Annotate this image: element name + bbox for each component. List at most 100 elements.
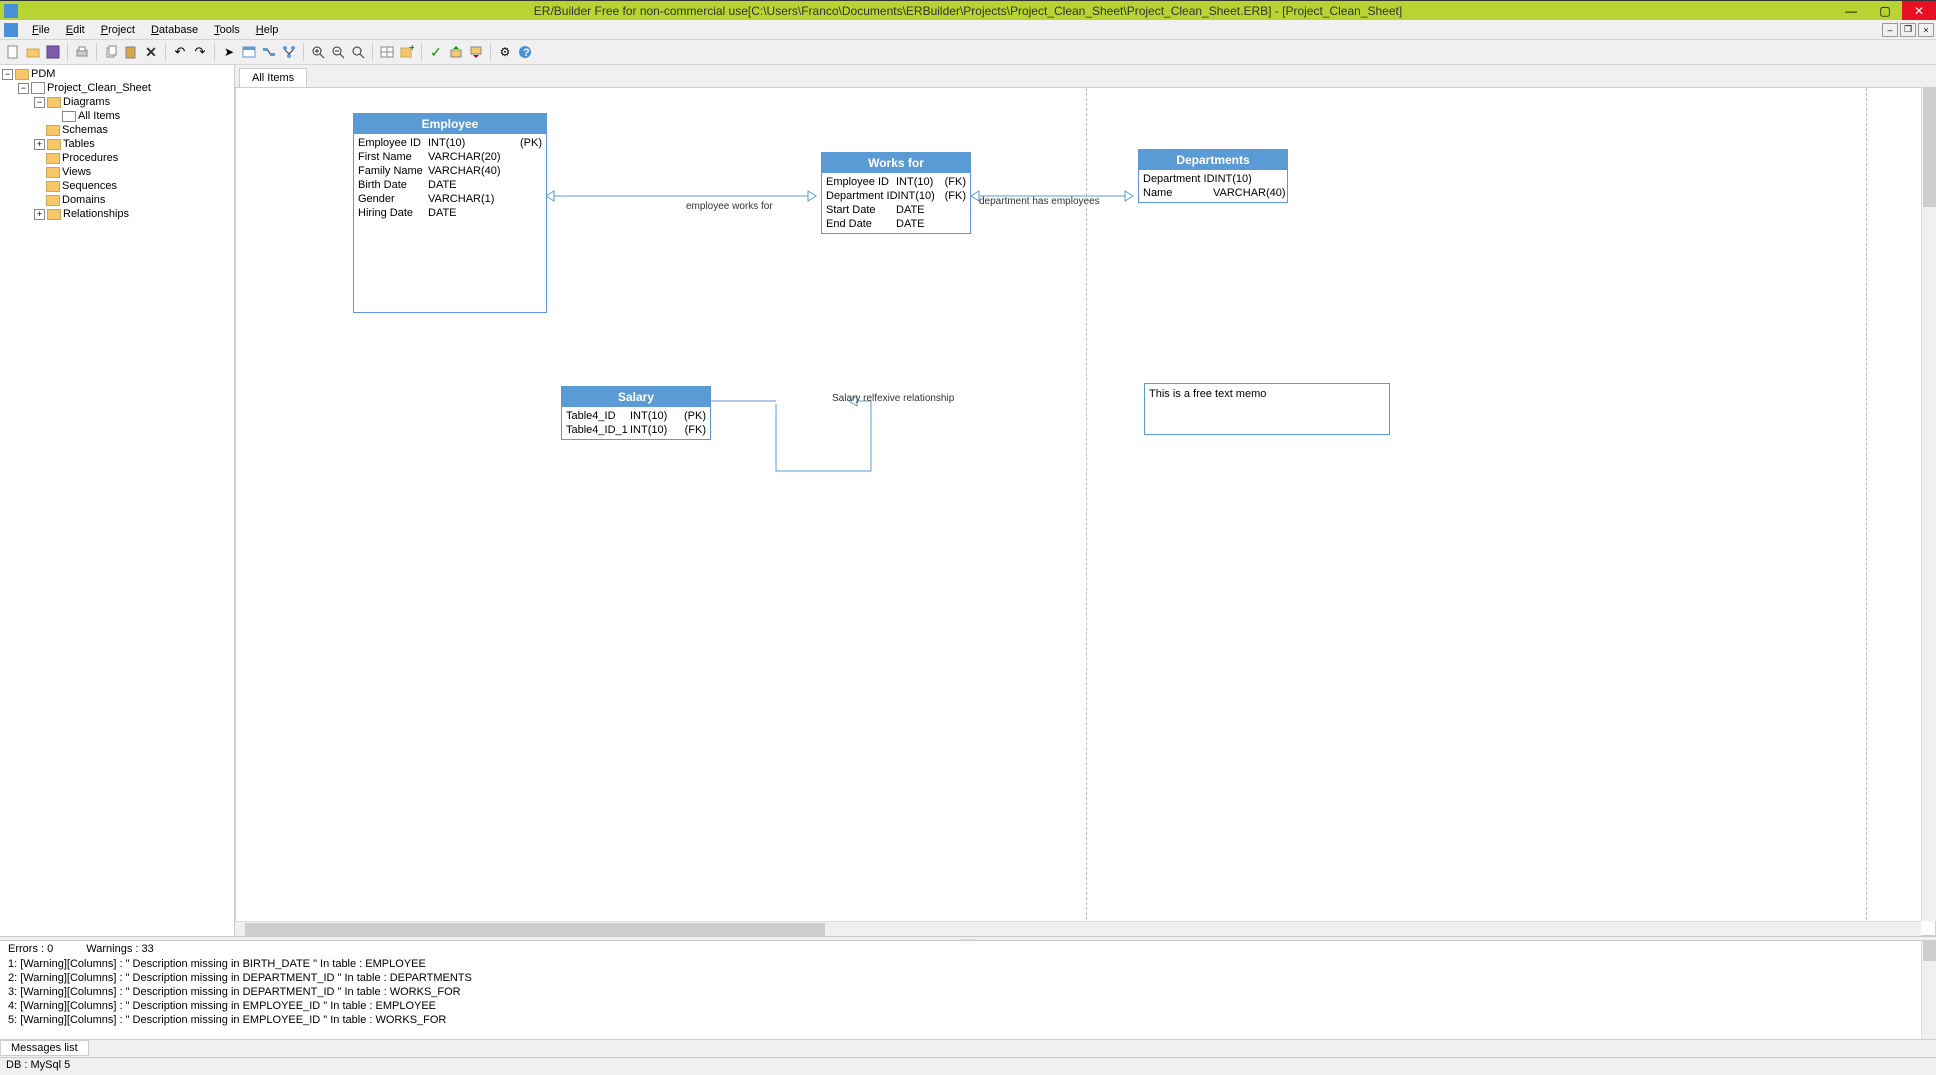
settings-icon[interactable]: ⚙: [496, 43, 514, 61]
tree-all-items[interactable]: All Items: [2, 109, 232, 123]
expand-icon[interactable]: +: [34, 139, 45, 150]
expand-icon[interactable]: +: [34, 209, 45, 220]
tree-root-label: PDM: [31, 68, 55, 80]
messages-panel[interactable]: Errors : 0 Warnings : 33 1: [Warning][Co…: [0, 941, 1936, 1039]
zoom-in-icon[interactable]: [309, 43, 327, 61]
inheritance-icon[interactable]: [280, 43, 298, 61]
mdi-close-button[interactable]: ×: [1918, 23, 1934, 37]
paste-icon[interactable]: [122, 43, 140, 61]
entity-worksfor-title: Works for: [822, 153, 970, 173]
entity-column-row: Department IDINT(10)(FK): [824, 189, 968, 203]
menu-bar: File Edit Project Database Tools Help – …: [0, 20, 1936, 40]
tree-tables-label: Tables: [63, 138, 95, 150]
relation-dept-has-label: department has employees: [979, 196, 1100, 207]
redo-icon[interactable]: ↷: [191, 43, 209, 61]
vertical-scrollbar[interactable]: [1921, 87, 1936, 921]
entity-salary-title: Salary: [562, 387, 710, 407]
entity-column-row: Department IDINT(10): [1141, 172, 1285, 186]
tree-procedures[interactable]: Procedures: [2, 151, 232, 165]
menu-edit[interactable]: Edit: [58, 22, 93, 38]
zoom-fit-icon[interactable]: [349, 43, 367, 61]
messages-tab-bar: Messages list: [0, 1039, 1936, 1057]
tree-domains-label: Domains: [62, 194, 105, 206]
app-icon: [4, 4, 18, 18]
copy-icon[interactable]: [102, 43, 120, 61]
guide-line: [1866, 88, 1867, 935]
tree-schemas[interactable]: Schemas: [2, 123, 232, 137]
maximize-button[interactable]: ▢: [1868, 1, 1902, 21]
tree-panel[interactable]: − PDM − Project_Clean_Sheet − Diagrams A…: [0, 65, 235, 936]
entity-employee[interactable]: Employee Employee IDINT(10)(PK)First Nam…: [353, 113, 547, 313]
messages-scrollbar[interactable]: [1921, 941, 1936, 1039]
pointer-icon[interactable]: ➤: [220, 43, 238, 61]
message-line[interactable]: 2: [Warning][Columns] : " Description mi…: [0, 971, 1936, 985]
memo-box[interactable]: This is a free text memo: [1144, 383, 1390, 435]
tree-domains[interactable]: Domains: [2, 193, 232, 207]
relation-icon[interactable]: [260, 43, 278, 61]
message-line[interactable]: 5: [Warning][Columns] : " Description mi…: [0, 1013, 1936, 1027]
model-icon: [31, 82, 45, 94]
horizontal-scrollbar-thumb[interactable]: [245, 923, 825, 936]
folder-icon: [47, 209, 61, 220]
new-icon[interactable]: [4, 43, 22, 61]
message-line[interactable]: 4: [Warning][Columns] : " Description mi…: [0, 999, 1936, 1013]
vertical-scrollbar-thumb[interactable]: [1923, 87, 1936, 207]
messages-tab[interactable]: Messages list: [0, 1040, 89, 1056]
tree-relationships[interactable]: + Relationships: [2, 207, 232, 221]
entity-worksfor[interactable]: Works for Employee IDINT(10)(FK)Departme…: [821, 152, 971, 234]
entity-departments[interactable]: Departments Department IDINT(10)NameVARC…: [1138, 149, 1288, 203]
tree-procedures-label: Procedures: [62, 152, 118, 164]
folder-icon: [15, 69, 29, 80]
errors-count: Errors : 0: [8, 943, 53, 955]
delete-icon[interactable]: ✕: [142, 43, 160, 61]
messages-scrollbar-thumb[interactable]: [1923, 941, 1936, 961]
tree-tables[interactable]: + Tables: [2, 137, 232, 151]
tree-sequences[interactable]: Sequences: [2, 179, 232, 193]
menu-file[interactable]: File: [24, 22, 58, 38]
tab-bar: All Items: [235, 65, 1936, 87]
title-bar: ER/Builder Free for non-commercial use[C…: [0, 0, 1936, 20]
entity-column-row: Birth DateDATE: [356, 178, 544, 192]
tree-project[interactable]: − Project_Clean_Sheet: [2, 81, 232, 95]
tree-root[interactable]: − PDM: [2, 67, 232, 81]
tab-all-items[interactable]: All Items: [239, 68, 307, 87]
tree-views[interactable]: Views: [2, 165, 232, 179]
horizontal-scrollbar[interactable]: [235, 921, 1921, 936]
menu-tools[interactable]: Tools: [206, 22, 248, 38]
folder-icon: [46, 125, 60, 136]
tree-views-label: Views: [62, 166, 91, 178]
close-button[interactable]: ✕: [1902, 1, 1936, 21]
entity-salary[interactable]: Salary Table4_IDINT(10)(PK)Table4_ID_1IN…: [561, 386, 711, 440]
mdi-minimize-button[interactable]: –: [1882, 23, 1898, 37]
reverse-icon[interactable]: [467, 43, 485, 61]
folder-icon: [46, 195, 60, 206]
tree-project-label: Project_Clean_Sheet: [47, 82, 151, 94]
help-icon[interactable]: ?: [516, 43, 534, 61]
table-icon[interactable]: [240, 43, 258, 61]
menu-project[interactable]: Project: [93, 22, 143, 38]
collapse-icon[interactable]: −: [18, 83, 29, 94]
grid-icon[interactable]: [378, 43, 396, 61]
folder-icon: [46, 153, 60, 164]
menu-app-icon: [4, 23, 18, 37]
guide-line: [1086, 88, 1087, 935]
message-line[interactable]: 3: [Warning][Columns] : " Description mi…: [0, 985, 1936, 999]
undo-icon[interactable]: ↶: [171, 43, 189, 61]
collapse-icon[interactable]: −: [34, 97, 45, 108]
menu-help[interactable]: Help: [248, 22, 287, 38]
open-icon[interactable]: [24, 43, 42, 61]
collapse-icon[interactable]: −: [2, 69, 13, 80]
generate-icon[interactable]: [447, 43, 465, 61]
add-table-icon[interactable]: +: [398, 43, 416, 61]
diagram-canvas[interactable]: employee works for department has employ…: [235, 87, 1936, 936]
mdi-restore-button[interactable]: ❐: [1900, 23, 1916, 37]
tree-diagrams[interactable]: − Diagrams: [2, 95, 232, 109]
print-icon[interactable]: [73, 43, 91, 61]
save-icon[interactable]: [44, 43, 62, 61]
svg-text:+: +: [409, 45, 414, 54]
message-line[interactable]: 1: [Warning][Columns] : " Description mi…: [0, 957, 1936, 971]
menu-database[interactable]: Database: [143, 22, 206, 38]
check-icon[interactable]: ✓: [427, 43, 445, 61]
zoom-out-icon[interactable]: [329, 43, 347, 61]
minimize-button[interactable]: —: [1834, 1, 1868, 21]
